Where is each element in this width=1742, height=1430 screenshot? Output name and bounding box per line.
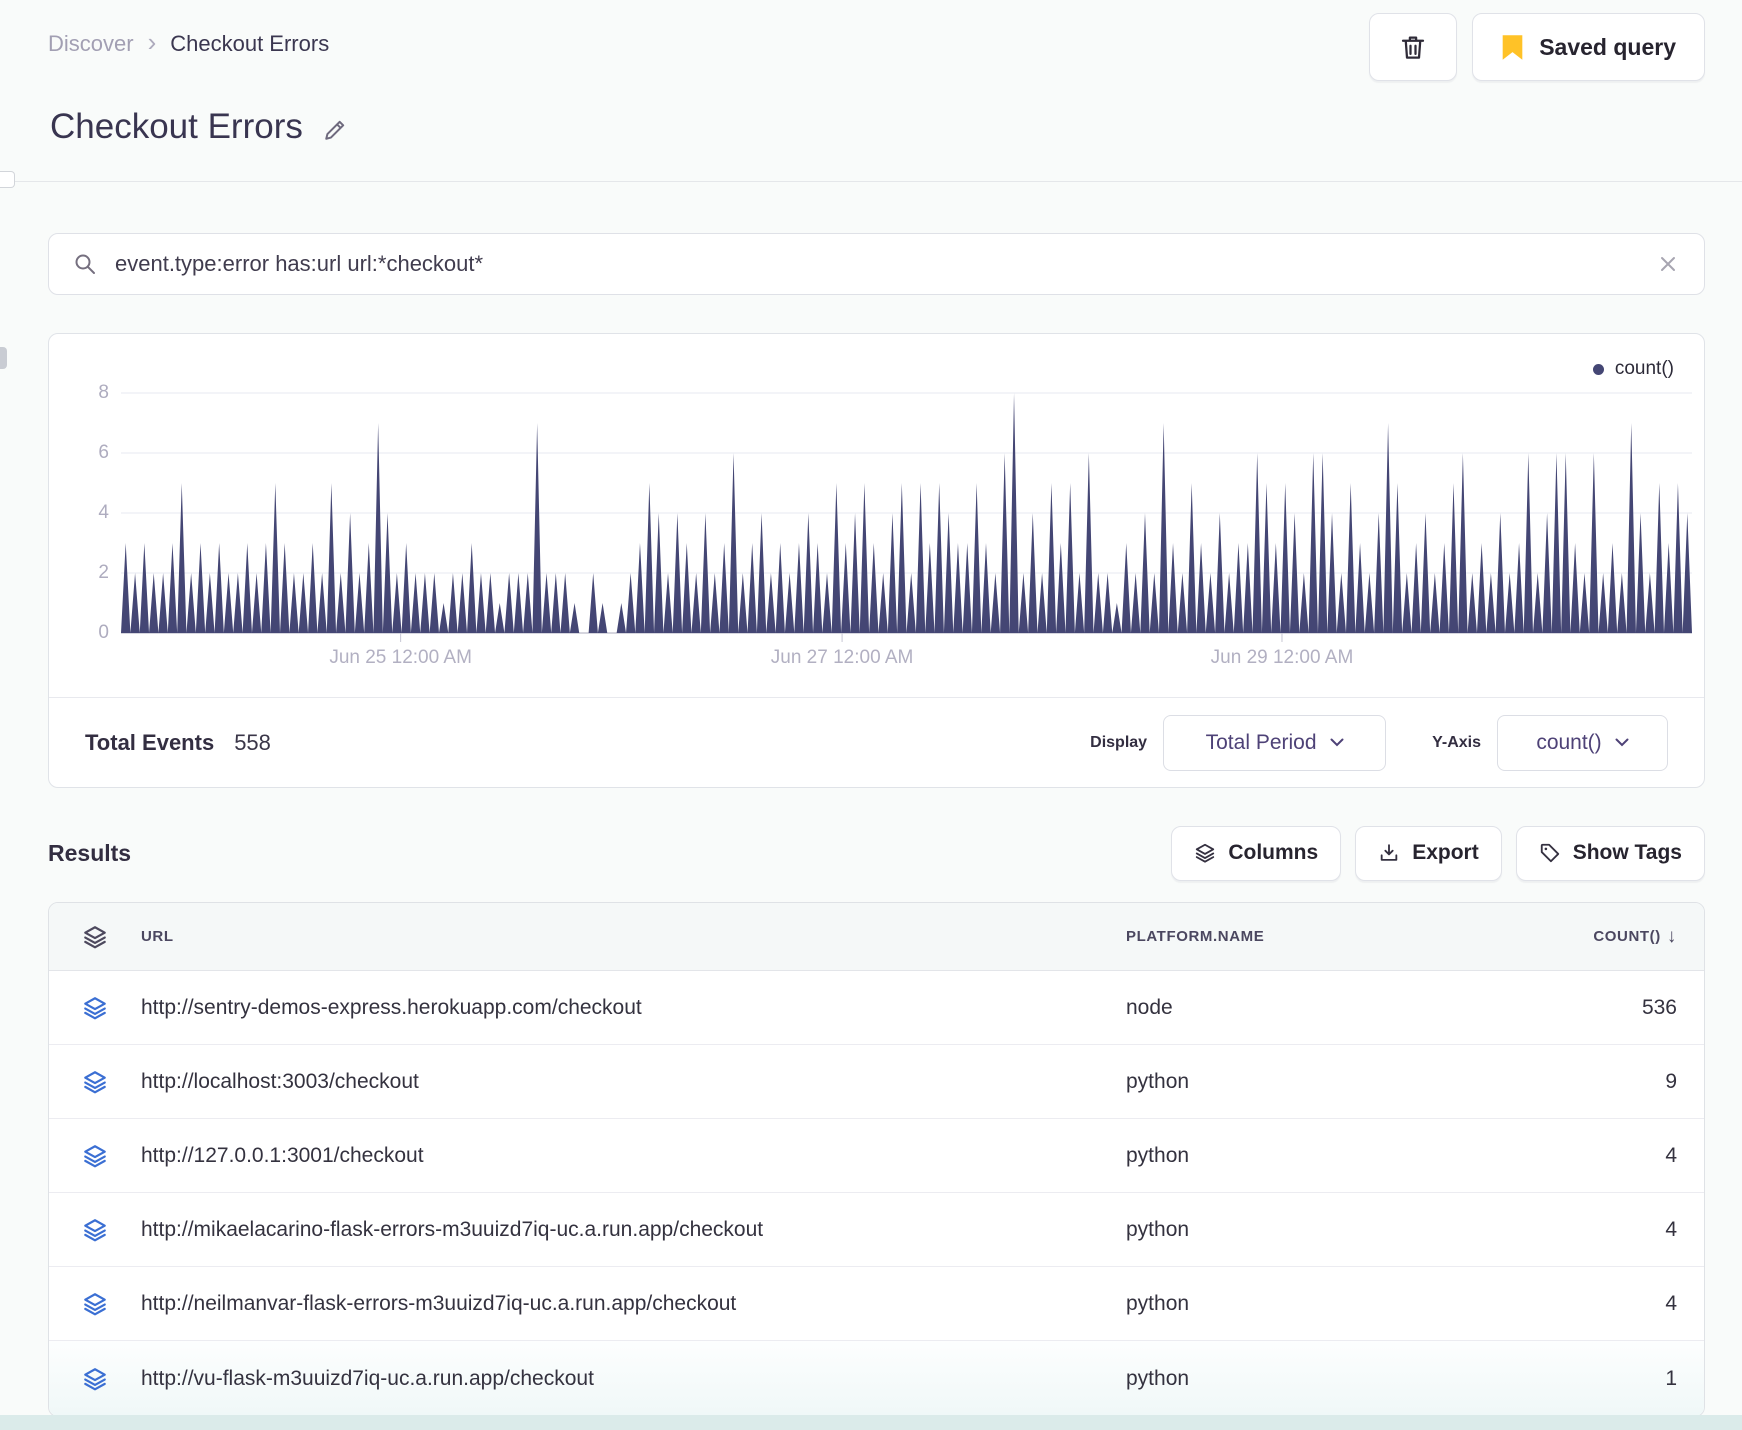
table-row[interactable]: http://mikaelacarino-flask-errors-m3uuiz… — [49, 1193, 1704, 1267]
layers-icon[interactable] — [82, 1143, 108, 1169]
row-count: 9 — [1665, 1069, 1677, 1093]
column-header-platform[interactable]: PLATFORM.NAME — [1126, 928, 1586, 945]
sort-desc-icon: ↓ — [1666, 925, 1677, 947]
tag-icon — [1539, 842, 1561, 864]
table-row[interactable]: http://vu-flask-m3uuizd7iq-uc.a.run.app/… — [49, 1341, 1704, 1416]
row-url[interactable]: http://vu-flask-m3uuizd7iq-uc.a.run.app/… — [141, 1367, 1126, 1391]
y-axis-dropdown[interactable]: count() — [1497, 714, 1668, 771]
y-axis-dropdown-value: count() — [1536, 730, 1602, 754]
row-platform: python — [1126, 1069, 1190, 1093]
row-url[interactable]: http://mikaelacarino-flask-errors-m3uuiz… — [141, 1218, 1126, 1242]
y-axis-tick-label: 6 — [98, 442, 109, 463]
layers-icon[interactable] — [82, 1217, 108, 1243]
topbar: Discover › Checkout Errors Saved query — [48, 13, 1705, 81]
chart-controls: Display Total Period Y-Axis count() — [1090, 714, 1668, 771]
y-axis-tick-label: 0 — [98, 622, 109, 643]
breadcrumb-chevron-icon: › — [147, 27, 157, 57]
left-edge-grip[interactable] — [0, 347, 7, 369]
discover-saved-query-page: Discover › Checkout Errors Saved query C… — [0, 0, 1742, 1430]
table-row[interactable]: http://localhost:3003/checkout python 9 — [49, 1045, 1704, 1119]
header-divider — [0, 181, 1742, 182]
table-row[interactable]: http://neilmanvar-flask-errors-m3uuizd7i… — [49, 1267, 1704, 1341]
results-table: URL PLATFORM.NAME COUNT() ↓ http://sentr… — [48, 902, 1705, 1417]
column-header-count[interactable]: COUNT() ↓ — [1586, 926, 1677, 948]
breadcrumb-current: Checkout Errors — [170, 31, 330, 56]
y-axis-tick-label: 2 — [98, 562, 109, 583]
layers-icon[interactable] — [82, 924, 108, 950]
row-count: 4 — [1665, 1143, 1677, 1167]
results-heading: Results — [48, 839, 132, 866]
layers-icon[interactable] — [82, 1069, 108, 1095]
search-bar[interactable]: event.type:error has:url url:*checkout* — [48, 233, 1705, 295]
saved-query-label: Saved query — [1539, 33, 1676, 60]
bottom-strip — [0, 1415, 1742, 1430]
legend-label: count() — [1614, 358, 1674, 379]
total-events-label: Total Events — [85, 729, 215, 755]
page-title-row: Checkout Errors — [50, 107, 349, 147]
chevron-down-icon — [1330, 738, 1344, 747]
row-count: 4 — [1665, 1217, 1677, 1241]
x-axis-tick-label: Jun 29 12:00 AM — [1210, 647, 1354, 668]
row-platform: python — [1126, 1291, 1190, 1315]
x-axis-tick-label: Jun 25 12:00 AM — [329, 647, 472, 668]
row-platform: python — [1126, 1366, 1190, 1390]
saved-query-button[interactable]: Saved query — [1472, 13, 1705, 81]
bookmark-icon — [1501, 34, 1524, 61]
row-count: 4 — [1665, 1291, 1677, 1315]
layers-icon[interactable] — [82, 995, 108, 1021]
y-axis-tick-label: 8 — [98, 382, 109, 403]
y-axis-label: Y-Axis — [1432, 733, 1481, 751]
page-title: Checkout Errors — [50, 107, 303, 146]
chart-footer: Total Events 558 Display Total Period Y-… — [49, 697, 1704, 787]
total-events: Total Events 558 — [85, 730, 271, 756]
delete-query-button[interactable] — [1369, 13, 1458, 81]
results-table-header: URL PLATFORM.NAME COUNT() ↓ — [49, 903, 1704, 971]
row-platform: node — [1126, 995, 1173, 1019]
legend-dot-icon — [1592, 363, 1604, 375]
events-chart-panel: count() 8 6 4 2 0 Jun 25 12:00 AM Jun 27 12:0… — [48, 333, 1705, 788]
header-actions: Saved query — [1369, 13, 1705, 81]
row-url[interactable]: http://127.0.0.1:3001/checkout — [141, 1144, 1126, 1168]
export-button[interactable]: Export — [1355, 825, 1502, 881]
row-url[interactable]: http://neilmanvar-flask-errors-m3uuizd7i… — [141, 1292, 1126, 1316]
table-row[interactable]: http://sentry-demos-express.herokuapp.co… — [49, 971, 1704, 1045]
total-events-value: 558 — [234, 729, 271, 755]
chevron-down-icon — [1615, 738, 1629, 747]
show-tags-button-label: Show Tags — [1572, 841, 1682, 864]
download-icon — [1378, 842, 1400, 864]
row-count: 536 — [1641, 995, 1677, 1019]
columns-button-label: Columns — [1228, 841, 1319, 864]
clear-search-icon[interactable] — [1656, 252, 1680, 276]
events-area-chart[interactable] — [121, 383, 1692, 643]
row-platform: python — [1126, 1217, 1190, 1241]
row-url[interactable]: http://localhost:3003/checkout — [141, 1070, 1126, 1094]
row-count: 1 — [1665, 1366, 1677, 1390]
breadcrumb: Discover › Checkout Errors — [48, 27, 330, 57]
display-dropdown[interactable]: Total Period — [1163, 714, 1387, 771]
columns-button[interactable]: Columns — [1171, 825, 1342, 881]
table-row[interactable]: http://127.0.0.1:3001/checkout python 4 — [49, 1119, 1704, 1193]
trash-icon — [1398, 32, 1428, 62]
results-actions: Columns Export Show Tags — [1171, 825, 1705, 881]
export-button-label: Export — [1412, 841, 1479, 864]
edit-title-pencil-icon[interactable] — [321, 116, 349, 144]
layers-icon[interactable] — [82, 1291, 108, 1317]
display-dropdown-value: Total Period — [1205, 730, 1317, 754]
x-axis-tick-label: Jun 27 12:00 AM — [770, 647, 914, 668]
column-header-url[interactable]: URL — [141, 928, 1126, 945]
display-label: Display — [1090, 733, 1148, 751]
y-axis-tick-label: 4 — [98, 502, 109, 523]
breadcrumb-discover-link[interactable]: Discover — [48, 31, 134, 57]
search-query-input[interactable]: event.type:error has:url url:*checkout* — [115, 251, 483, 277]
results-header-row: Results Columns Export Show Tags — [48, 824, 1705, 882]
layers-icon[interactable] — [82, 1366, 108, 1392]
layers-icon — [1194, 842, 1216, 864]
results-table-body: http://sentry-demos-express.herokuapp.co… — [49, 971, 1704, 1416]
search-icon — [73, 252, 97, 276]
row-url[interactable]: http://sentry-demos-express.herokuapp.co… — [141, 996, 1126, 1020]
collapsed-sidebar-handle[interactable] — [0, 171, 15, 188]
chart-legend[interactable]: count() — [1592, 358, 1674, 380]
show-tags-button[interactable]: Show Tags — [1515, 825, 1705, 881]
row-platform: python — [1126, 1143, 1190, 1167]
